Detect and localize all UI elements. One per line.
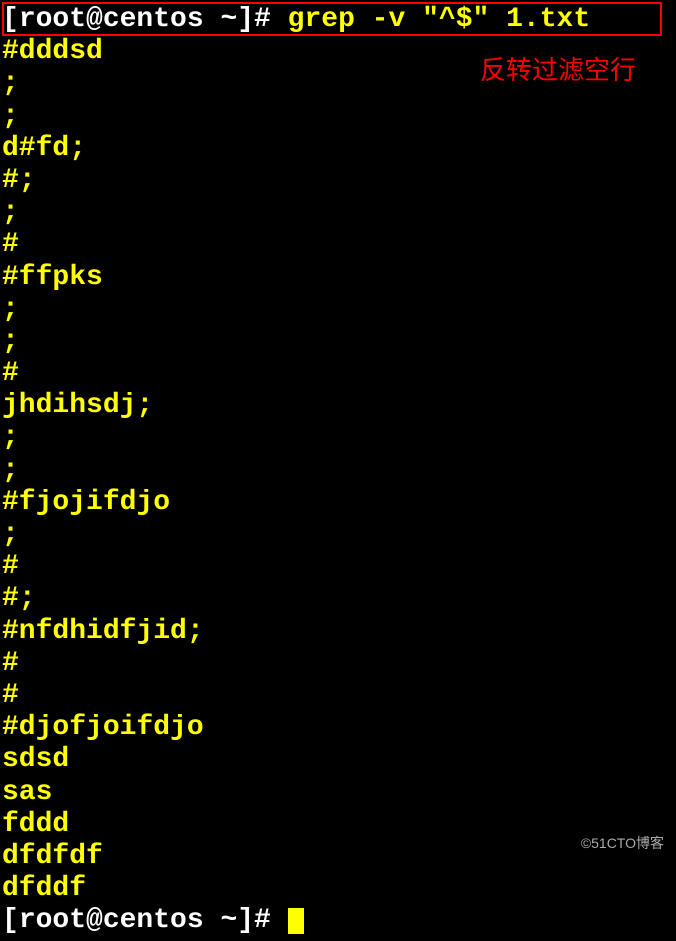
output-line: #: [2, 551, 674, 583]
output-line: #fjojifdjo: [2, 487, 674, 519]
prompt-line[interactable]: [root@centos ~]#: [2, 905, 674, 937]
output-line: ;: [2, 294, 674, 326]
output-line: ;: [2, 455, 674, 487]
output-line: #ffpks: [2, 262, 674, 294]
prompt-open-bracket: [: [2, 4, 19, 35]
output-line: jhdihsdj;: [2, 390, 674, 422]
output-line: #: [2, 229, 674, 261]
prompt-close-bracket: ]#: [237, 4, 287, 35]
output-line: #: [2, 358, 674, 390]
output-line: dfddf: [2, 873, 674, 905]
output-line: sas: [2, 777, 674, 809]
prompt-close-bracket: ]#: [237, 905, 287, 936]
output-line: d#fd;: [2, 133, 674, 165]
output-line: sdsd: [2, 744, 674, 776]
annotation-label: 反转过滤空行: [480, 50, 636, 87]
output-line: #djofjoifdjo: [2, 712, 674, 744]
prompt-userhost: root@centos ~: [19, 905, 237, 936]
output-line: dfdfdf: [2, 841, 674, 873]
output-line: ;: [2, 422, 674, 454]
prompt-open-bracket: [: [2, 905, 19, 936]
output-line: #: [2, 680, 674, 712]
output-line: ;: [2, 101, 674, 133]
cursor-icon: [288, 908, 304, 934]
output-line: ;: [2, 197, 674, 229]
prompt-userhost: root@centos ~: [19, 4, 237, 35]
watermark-text: ©51CTO博客: [581, 833, 664, 853]
output-line: #;: [2, 165, 674, 197]
output-line: ;: [2, 326, 674, 358]
output-line: #nfdhidfjid;: [2, 616, 674, 648]
output-line: #;: [2, 583, 674, 615]
command-text: grep -v "^$" 1.txt: [288, 4, 590, 35]
terminal-output: [root@centos ~]# grep -v "^$" 1.txt #ddd…: [0, 0, 676, 941]
command-line: [root@centos ~]# grep -v "^$" 1.txt: [2, 4, 674, 36]
output-line: #: [2, 648, 674, 680]
output-line: fddd: [2, 809, 674, 841]
output-line: ;: [2, 519, 674, 551]
